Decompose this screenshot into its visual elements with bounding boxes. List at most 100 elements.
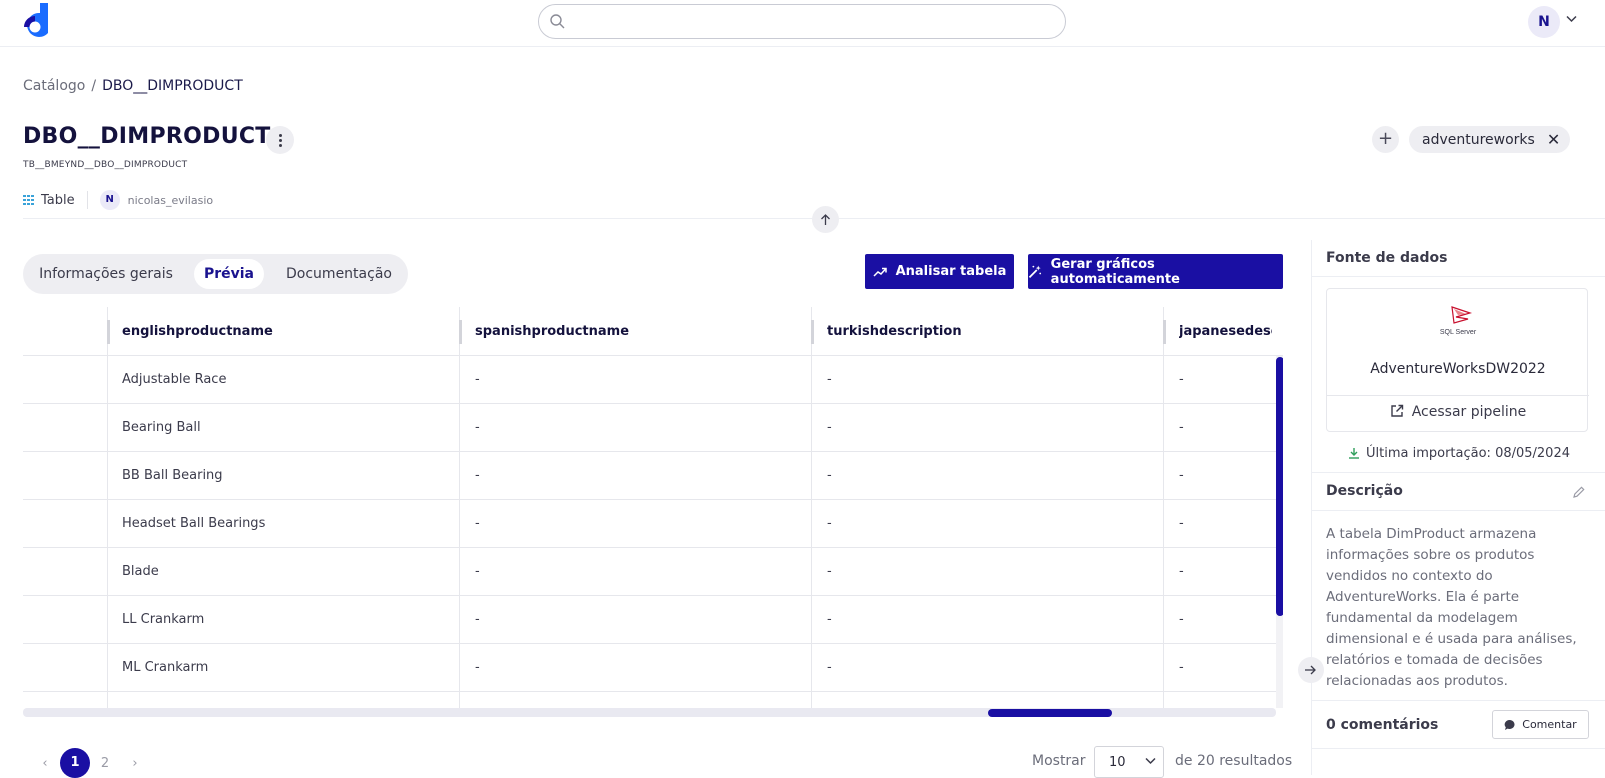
column-header[interactable]: japanesedescri	[1179, 307, 1272, 356]
table-row[interactable]: BB Ball Bearing - - -	[23, 452, 1276, 500]
last-import: Última importação: 08/05/2024	[1312, 446, 1605, 461]
open-pipeline-link[interactable]: Acessar pipeline	[1327, 404, 1589, 420]
results-count: de 20 resultados	[1175, 753, 1293, 769]
edit-pencil-icon[interactable]	[1573, 486, 1585, 498]
analyze-table-button[interactable]: Analisar tabela	[865, 254, 1014, 289]
column-resize-handle[interactable]	[459, 320, 462, 344]
app-logo-icon[interactable]	[22, 3, 50, 39]
tab-preview[interactable]: Prévia	[194, 259, 264, 289]
divider	[1312, 276, 1605, 277]
table-row[interactable]: Headset Ball Bearings - - -	[23, 500, 1276, 548]
page-size-value: 10	[1109, 755, 1126, 770]
divider	[1312, 700, 1605, 701]
table-cell: -	[475, 516, 480, 531]
table-cell: BB Ball Bearing	[122, 468, 223, 483]
pagination: ‹ 1 2 ›	[30, 748, 150, 778]
arrow-right-icon	[1305, 665, 1316, 675]
table-cell: -	[475, 468, 480, 483]
table-cell: -	[1179, 372, 1184, 387]
open-pipeline-label: Acessar pipeline	[1411, 404, 1527, 420]
search-input[interactable]	[538, 4, 1066, 39]
collapse-header-button[interactable]	[812, 206, 839, 233]
table-row[interactable]: ML Crankarm - - -	[23, 644, 1276, 692]
table-cell: -	[827, 372, 832, 387]
last-import-text: Última importação: 08/05/2024	[1366, 446, 1570, 461]
top-bar: N	[0, 0, 1605, 47]
kebab-dot-icon	[279, 144, 282, 147]
breadcrumb-root[interactable]: Catálogo	[23, 78, 85, 94]
description-text: A tabela DimProduct armazena informações…	[1326, 526, 1577, 689]
data-source-card: SQL Server AdventureWorksDW2022 Acessar …	[1326, 288, 1589, 432]
column-header[interactable]: englishproductname	[122, 307, 452, 356]
kebab-dot-icon	[279, 139, 282, 142]
user-avatar[interactable]: N	[1528, 6, 1560, 38]
breadcrumb: Catálogo / DBO__DIMPRODUCT	[23, 78, 243, 94]
magic-wand-icon	[1028, 265, 1042, 278]
page-button-1[interactable]: 1	[60, 748, 90, 778]
vertical-scrollbar-thumb[interactable]	[1276, 357, 1283, 616]
page-size-label: Mostrar	[1032, 753, 1086, 769]
chevron-down-icon[interactable]	[1566, 15, 1577, 23]
sql-server-logo-text: SQL Server	[1440, 329, 1477, 336]
toggle-panel-button[interactable]	[1298, 657, 1324, 683]
description-heading: Descrição	[1326, 483, 1403, 499]
trending-up-icon	[873, 267, 887, 277]
kebab-dot-icon	[279, 134, 282, 137]
table-cell: -	[1179, 516, 1184, 531]
tag-label: adventureworks	[1422, 131, 1535, 148]
table-cell: -	[1179, 660, 1184, 675]
table-cell: -	[827, 564, 832, 579]
tab-general-info[interactable]: Informações gerais	[31, 259, 181, 289]
table-cell: -	[827, 468, 832, 483]
divider	[1312, 748, 1605, 749]
add-tag-button[interactable]: +	[1372, 126, 1399, 153]
arrow-up-icon	[821, 214, 830, 225]
external-link-icon	[1391, 404, 1403, 417]
column-resize-handle[interactable]	[107, 320, 110, 344]
download-icon	[1349, 448, 1359, 459]
table-cell: -	[827, 660, 832, 675]
table-cell: LL Crankarm	[122, 612, 205, 627]
search-icon	[550, 14, 565, 29]
page-size-select[interactable]: 10	[1094, 746, 1164, 778]
table-cell: -	[475, 660, 480, 675]
page-button-2[interactable]: 2	[90, 756, 120, 771]
tag-chip[interactable]: adventureworks ✕	[1409, 126, 1571, 153]
table-cell: -	[475, 420, 480, 435]
more-options-button[interactable]	[266, 126, 294, 154]
table-cell: -	[475, 564, 480, 579]
comment-button[interactable]: Comentar	[1492, 710, 1589, 739]
owner-avatar: N	[99, 190, 120, 210]
table-header: englishproductname spanishproductname tu…	[23, 307, 1283, 356]
sql-server-logo-icon: SQL Server	[1440, 306, 1477, 336]
divider	[1327, 395, 1589, 396]
close-icon[interactable]: ✕	[1547, 130, 1560, 149]
table-row[interactable]: LL Crankarm - - -	[23, 596, 1276, 644]
page-title: DBO__DIMPRODUCT	[23, 124, 271, 149]
generate-charts-button[interactable]: Gerar gráficos automaticamente	[1028, 254, 1283, 289]
breadcrumb-current: DBO__DIMPRODUCT	[102, 78, 243, 94]
breadcrumb-separator: /	[91, 78, 97, 94]
column-resize-handle[interactable]	[811, 320, 814, 344]
table-cell: -	[475, 372, 480, 387]
table-cell: -	[475, 612, 480, 627]
chevron-down-icon	[1145, 757, 1156, 765]
table-row[interactable]: Adjustable Race - - -	[23, 356, 1276, 404]
owner-name[interactable]: nicolas_evilasio	[128, 194, 213, 207]
table-row[interactable]: Bearing Ball - - -	[23, 404, 1276, 452]
asset-type-label: Table	[41, 192, 75, 208]
table-row[interactable]: Blade - - -	[23, 548, 1276, 596]
table-cell: Adjustable Race	[122, 372, 227, 387]
tab-documentation[interactable]: Documentação	[277, 259, 401, 289]
table-cell: -	[827, 420, 832, 435]
table-cell: -	[1179, 468, 1184, 483]
column-header[interactable]: spanishproductname	[475, 307, 805, 356]
table-cell: -	[827, 516, 832, 531]
table-icon	[23, 195, 34, 205]
column-resize-handle[interactable]	[1163, 320, 1166, 344]
table-cell: Headset Ball Bearings	[122, 516, 266, 531]
prev-page-button[interactable]: ‹	[30, 756, 60, 771]
column-header[interactable]: turkishdescription	[827, 307, 1157, 356]
next-page-button[interactable]: ›	[120, 756, 150, 771]
horizontal-scrollbar-thumb[interactable]	[988, 709, 1112, 717]
